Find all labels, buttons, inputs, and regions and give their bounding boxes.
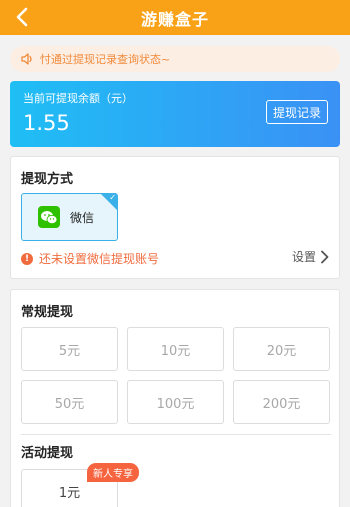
check-icon: ✓: [109, 193, 116, 202]
regular-withdraw-card: 常规提现 5元 10元 20元 50元 100元 200元 活动提现 1元 新人…: [10, 289, 340, 507]
chevron-left-icon: [16, 7, 28, 27]
amount-option[interactable]: 20元: [233, 327, 330, 371]
amount-option[interactable]: 50元: [21, 380, 118, 424]
balance-amount: 1.55: [23, 111, 70, 135]
amount-option[interactable]: 200元: [233, 380, 330, 424]
amount-option[interactable]: 5元: [21, 327, 118, 371]
warning-text: 还未设置微信提现账号: [39, 252, 160, 266]
notice-bar: 忖通过提现记录查询状态~: [10, 46, 340, 72]
speaker-icon: [20, 52, 34, 66]
amount-option[interactable]: 100元: [127, 380, 224, 424]
alert-icon: !: [21, 252, 33, 265]
notice-text: 忖通过提现记录查询状态~: [40, 53, 171, 66]
amount-option[interactable]: 10元: [127, 327, 224, 371]
page-title: 游赚盒子: [140, 9, 209, 29]
activity-section-title: 活动提现: [21, 446, 74, 461]
balance-card: 当前可提现余额（元） 1.55 提现记录: [10, 81, 340, 147]
withdraw-record-button[interactable]: 提现记录: [265, 100, 328, 124]
chevron-right-icon: [321, 250, 329, 263]
wechat-option-label: 微信: [70, 210, 95, 225]
app-header: 游赚盒子: [0, 0, 350, 35]
setting-link[interactable]: 设置: [292, 248, 329, 265]
new-user-badge: 新人专享: [87, 463, 139, 482]
back-button[interactable]: [10, 3, 34, 31]
setting-label: 设置: [291, 250, 316, 264]
wechat-icon: [38, 206, 60, 228]
balance-label: 当前可提现余额（元）: [23, 92, 133, 105]
wechat-option[interactable]: 微信 ✓: [21, 193, 118, 241]
method-section-title: 提现方式: [21, 172, 74, 187]
section-divider: [21, 434, 331, 435]
warning-row: ! 还未设置微信提现账号: [21, 250, 159, 267]
regular-section-title: 常规提现: [21, 305, 74, 320]
withdraw-method-card: 提现方式 微信 ✓ ! 还未设置微信提现账号 设置: [10, 156, 340, 279]
